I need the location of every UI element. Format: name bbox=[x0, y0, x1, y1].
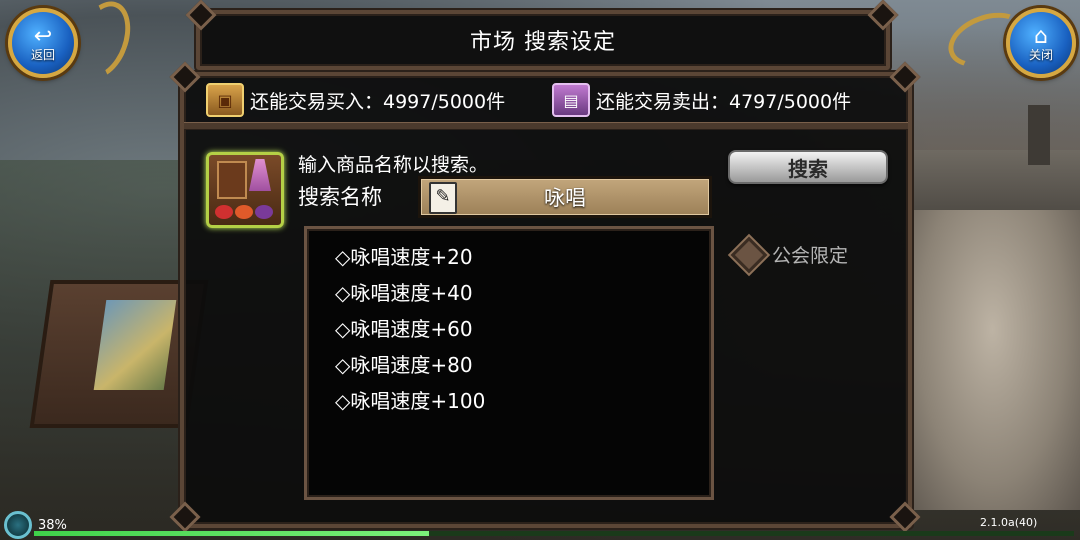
version-label: 2.1.0a(40) bbox=[980, 516, 1038, 529]
list-item[interactable]: ◇咏唱速度+20 bbox=[335, 239, 711, 275]
close-button-label: 关闭 bbox=[1028, 48, 1053, 62]
progress-bar-fill bbox=[34, 531, 430, 536]
diamond-icon bbox=[730, 236, 768, 273]
fruit-shape bbox=[255, 205, 273, 219]
search-button[interactable]: 搜索 bbox=[728, 150, 888, 184]
market-stall-icon bbox=[206, 152, 284, 228]
background-rock bbox=[905, 210, 1080, 510]
fruit-shape bbox=[215, 205, 233, 219]
background-painting bbox=[93, 300, 177, 390]
search-input[interactable]: ✎ 咏唱 bbox=[418, 176, 712, 218]
search-button-label: 搜索 bbox=[788, 156, 828, 181]
merchant-stall-icon: ▤ bbox=[552, 83, 590, 117]
guild-only-toggle[interactable]: 公会限定 bbox=[730, 236, 849, 273]
search-hint: 输入商品名称以搜索。 bbox=[298, 154, 489, 176]
buy-limit-text: 还能交易买入：4997/5000件 bbox=[250, 90, 506, 113]
progress-bar bbox=[34, 531, 1074, 536]
background-pillar bbox=[1028, 105, 1050, 165]
sell-limit-text: 还能交易卖出：4797/5000件 bbox=[596, 90, 852, 113]
fruit-shape bbox=[235, 205, 253, 219]
list-item[interactable]: ◇咏唱速度+80 bbox=[335, 347, 711, 383]
close-button[interactable]: ⌂ 关闭 bbox=[1006, 8, 1076, 78]
panel-divider bbox=[184, 122, 908, 130]
clipboard-icon: ✎ bbox=[429, 182, 457, 214]
list-item[interactable]: ◇咏唱速度+40 bbox=[335, 275, 711, 311]
list-item[interactable]: ◇咏唱速度+100 bbox=[335, 383, 711, 419]
search-panel: ▣ 还能交易买入：4997/5000件 ▤ 还能交易卖出：4797/5000件 … bbox=[180, 72, 912, 528]
page-title: 市场 搜索设定 bbox=[470, 30, 616, 55]
return-arrow-icon: ↩ bbox=[33, 24, 53, 49]
dress-shape bbox=[249, 159, 271, 191]
title-bar: 市场 搜索设定 bbox=[196, 10, 890, 70]
list-item[interactable]: ◇咏唱速度+60 bbox=[335, 311, 711, 347]
battery-icon bbox=[4, 511, 32, 539]
rack-shape bbox=[217, 161, 247, 199]
guild-only-label: 公会限定 bbox=[772, 245, 849, 267]
results-list: ◇咏唱速度+20 ◇咏唱速度+40 ◇咏唱速度+60 ◇咏唱速度+80 ◇咏唱速… bbox=[304, 226, 714, 500]
search-name-label: 搜索名称 bbox=[298, 185, 382, 209]
home-icon: ⌂ bbox=[1034, 24, 1048, 49]
back-button[interactable]: ↩ 返回 bbox=[8, 8, 78, 78]
sell-limit: ▤ 还能交易卖出：4797/5000件 bbox=[552, 83, 852, 117]
back-button-label: 返回 bbox=[30, 48, 55, 62]
buy-limit: ▣ 还能交易买入：4997/5000件 bbox=[206, 83, 506, 117]
treasure-chest-icon: ▣ bbox=[206, 83, 244, 117]
search-input-value: 咏唱 bbox=[544, 186, 586, 210]
